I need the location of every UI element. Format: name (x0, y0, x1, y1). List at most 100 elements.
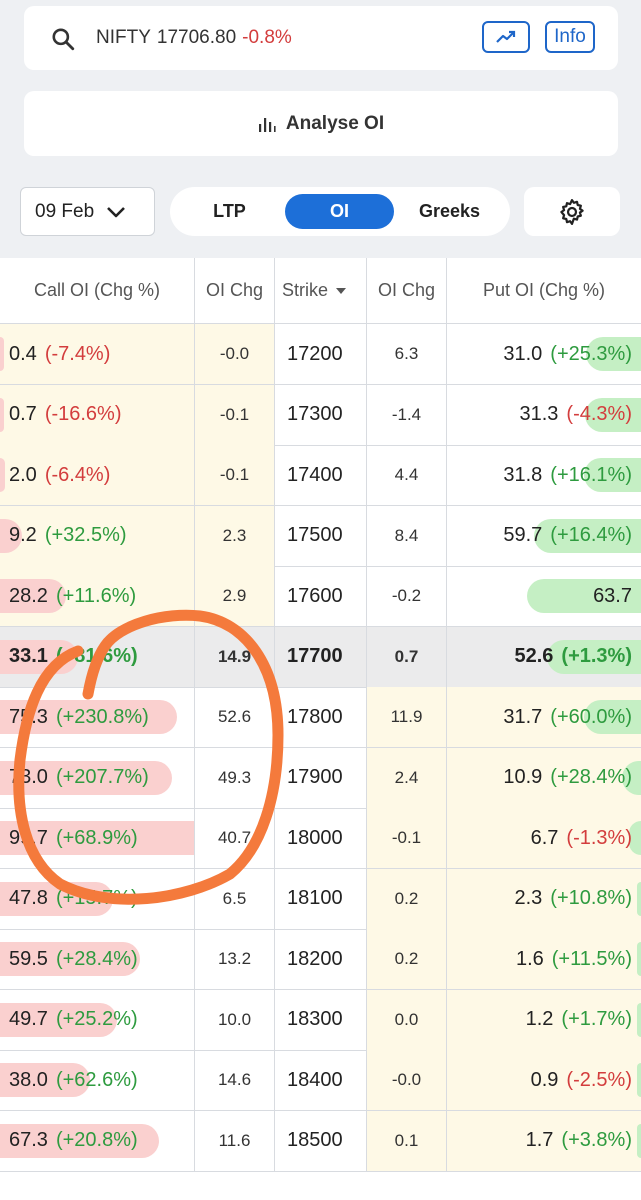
put-oi-change: (+3.8%) (561, 1129, 632, 1151)
call-oi-chg-cell[interactable]: 52.6 (195, 687, 275, 747)
call-oi-chg-cell[interactable]: 14.9 (195, 626, 275, 687)
strike-cell[interactable]: 17500 (275, 505, 367, 566)
put-oi-chg-cell[interactable]: -0.2 (367, 566, 447, 626)
table-row[interactable]: 67.3 (+20.8%) 11.6 18500 0.1 1.7 (+3.8%) (0, 1110, 641, 1172)
put-oi-cell[interactable]: 31.7 (+60.0%) (447, 687, 641, 747)
call-oi-cell[interactable]: 99.7 (+68.9%) (0, 808, 195, 868)
put-oi-chg-cell[interactable]: -1.4 (367, 384, 447, 445)
table-row[interactable]: 49.7 (+25.2%) 10.0 18300 0.0 1.2 (+1.7%) (0, 989, 641, 1051)
table-row[interactable]: 59.5 (+28.4%) 13.2 18200 0.2 1.6 (+11.5%) (0, 929, 641, 990)
chart-button[interactable] (482, 21, 530, 53)
put-oi-cell[interactable]: 52.6 (+1.3%) (447, 627, 641, 687)
strike-cell[interactable]: 18100 (275, 868, 367, 929)
tab-ltp[interactable]: LTP (182, 194, 277, 229)
call-oi-chg-cell[interactable]: -0.1 (195, 445, 275, 505)
strike-cell[interactable]: 17300 (275, 384, 367, 445)
call-oi-chg-cell[interactable]: 6.5 (195, 868, 275, 929)
call-oi-cell[interactable]: 0.7 (-16.6%) (0, 384, 195, 445)
put-oi-chg-cell[interactable]: 0.0 (367, 989, 447, 1050)
put-oi-cell[interactable]: 63.7 (447, 566, 641, 626)
settings-button[interactable] (524, 187, 620, 236)
put-oi-chg-cell[interactable]: 0.7 (367, 626, 447, 687)
call-oi-chg-cell[interactable]: -0.0 (195, 324, 275, 384)
call-oi-chg-cell[interactable]: 11.6 (195, 1110, 275, 1171)
put-oi-cell[interactable]: 2.3 (+10.8%) (447, 868, 641, 929)
call-oi-chg-cell[interactable]: 49.3 (195, 747, 275, 808)
call-oi-cell[interactable]: 75.3 (+230.8%) (0, 687, 195, 747)
call-oi-chg-cell[interactable]: 13.2 (195, 929, 275, 989)
header-call-oi-chg[interactable]: OI Chg (195, 258, 275, 323)
put-oi-chg-cell[interactable]: -0.1 (367, 808, 447, 868)
table-row[interactable]: 0.4 (-7.4%) -0.0 17200 6.3 31.0 (+25.3%) (0, 324, 641, 385)
call-oi-chg-cell[interactable]: 2.3 (195, 505, 275, 566)
put-oi-chg-cell[interactable]: 4.4 (367, 445, 447, 505)
put-oi-cell[interactable]: 31.3 (-4.3%) (447, 385, 641, 445)
put-oi-chg-cell[interactable]: 0.1 (367, 1110, 447, 1171)
table-row[interactable]: 73.0 (+207.7%) 49.3 17900 2.4 10.9 (+28.4%) (0, 747, 641, 809)
put-oi-chg-cell[interactable]: 2.4 (367, 747, 447, 808)
strike-cell[interactable]: 18200 (275, 929, 367, 989)
call-oi-chg-cell[interactable]: 2.9 (195, 566, 275, 626)
call-oi-chg-cell[interactable]: 14.6 (195, 1050, 275, 1110)
header-put-oi-chg[interactable]: OI Chg (367, 258, 447, 323)
put-oi-cell[interactable]: 31.8 (+16.1%) (447, 445, 641, 505)
table-row[interactable]: 75.3 (+230.8%) 52.6 17800 11.9 31.7 (+60.0%) (0, 687, 641, 748)
put-oi-cell[interactable]: 1.7 (+3.8%) (447, 1110, 641, 1171)
call-oi-cell[interactable]: 59.5 (+28.4%) (0, 929, 195, 989)
strike-cell[interactable]: 17900 (275, 747, 367, 808)
expiry-date-select[interactable]: 09 Feb (20, 187, 155, 236)
call-oi-chg-cell[interactable]: 40.7 (195, 808, 275, 868)
put-oi-cell[interactable]: 6.7 (-1.3%) (447, 808, 641, 868)
table-row[interactable]: 33.1 (+81.6%) 14.9 17700 0.7 52.6 (+1.3%) (0, 626, 641, 688)
table-row[interactable]: 38.0 (+62.6%) 14.6 18400 -0.0 0.9 (-2.5%) (0, 1050, 641, 1111)
search-bar[interactable]: NIFTY 17706.80 -0.8% Info (24, 6, 618, 70)
call-oi-cell[interactable]: 49.7 (+25.2%) (0, 989, 195, 1050)
table-row[interactable]: 28.2 (+11.6%) 2.9 17600 -0.2 63.7 (0, 566, 641, 627)
strike-cell[interactable]: 17800 (275, 687, 367, 747)
call-oi-chg-cell[interactable]: -0.1 (195, 384, 275, 445)
call-oi-cell[interactable]: 38.0 (+62.6%) (0, 1050, 195, 1110)
table-row[interactable]: 0.7 (-16.6%) -0.1 17300 -1.4 31.3 (-4.3%) (0, 384, 641, 446)
call-oi-cell[interactable]: 9.2 (+32.5%) (0, 505, 195, 566)
call-oi-chg-value: -0.1 (219, 404, 250, 424)
strike-cell[interactable]: 18300 (275, 989, 367, 1050)
strike-cell[interactable]: 17400 (275, 445, 367, 505)
put-oi-cell[interactable]: 1.6 (+11.5%) (447, 929, 641, 989)
strike-cell[interactable]: 17600 (275, 566, 367, 626)
table-row[interactable]: 9.2 (+32.5%) 2.3 17500 8.4 59.7 (+16.4%) (0, 505, 641, 567)
strike-cell[interactable]: 18000 (275, 808, 367, 868)
put-oi-cell[interactable]: 31.0 (+25.3%) (447, 324, 641, 384)
info-button[interactable]: Info (545, 21, 595, 53)
put-oi-chg-cell[interactable]: 6.3 (367, 324, 447, 384)
call-oi-cell[interactable]: 2.0 (-6.4%) (0, 445, 195, 505)
call-oi-cell[interactable]: 0.4 (-7.4%) (0, 324, 195, 384)
call-oi-chg-cell[interactable]: 10.0 (195, 989, 275, 1050)
put-oi-cell[interactable]: 59.7 (+16.4%) (447, 506, 641, 566)
table-row[interactable]: 2.0 (-6.4%) -0.1 17400 4.4 31.8 (+16.1%) (0, 445, 641, 506)
analyse-oi-button[interactable]: Analyse OI (24, 91, 618, 156)
call-oi-cell[interactable]: 73.0 (+207.7%) (0, 747, 195, 808)
tab-oi[interactable]: OI (285, 194, 394, 229)
put-oi-cell[interactable]: 10.9 (+28.4%) (447, 747, 641, 808)
header-strike[interactable]: Strike (275, 258, 367, 323)
put-oi-chg-cell[interactable]: 0.2 (367, 929, 447, 989)
put-oi-chg-cell[interactable]: 11.9 (367, 687, 447, 747)
call-oi-cell[interactable]: 33.1 (+81.6%) (0, 626, 195, 687)
tab-greeks[interactable]: Greeks (402, 194, 497, 229)
put-oi-cell[interactable]: 1.2 (+1.7%) (447, 989, 641, 1050)
table-row[interactable]: 99.7 (+68.9%) 40.7 18000 -0.1 6.7 (-1.3%) (0, 808, 641, 869)
strike-cell[interactable]: 18400 (275, 1050, 367, 1110)
header-call-oi[interactable]: Call OI (Chg %) (0, 258, 195, 323)
put-oi-chg-cell[interactable]: 0.2 (367, 868, 447, 929)
call-oi-cell[interactable]: 28.2 (+11.6%) (0, 566, 195, 626)
put-oi-chg-cell[interactable]: -0.0 (367, 1050, 447, 1110)
call-oi-cell[interactable]: 67.3 (+20.8%) (0, 1110, 195, 1171)
put-oi-cell[interactable]: 0.9 (-2.5%) (447, 1050, 641, 1110)
call-oi-cell[interactable]: 47.8 (+15.7%) (0, 868, 195, 929)
header-put-oi[interactable]: Put OI (Chg %) (447, 258, 641, 323)
table-row[interactable]: 47.8 (+15.7%) 6.5 18100 0.2 2.3 (+10.8%) (0, 868, 641, 930)
strike-cell[interactable]: 17200 (275, 324, 367, 384)
put-oi-chg-cell[interactable]: 8.4 (367, 505, 447, 566)
strike-cell[interactable]: 18500 (275, 1110, 367, 1171)
strike-cell[interactable]: 17700 (275, 626, 367, 687)
